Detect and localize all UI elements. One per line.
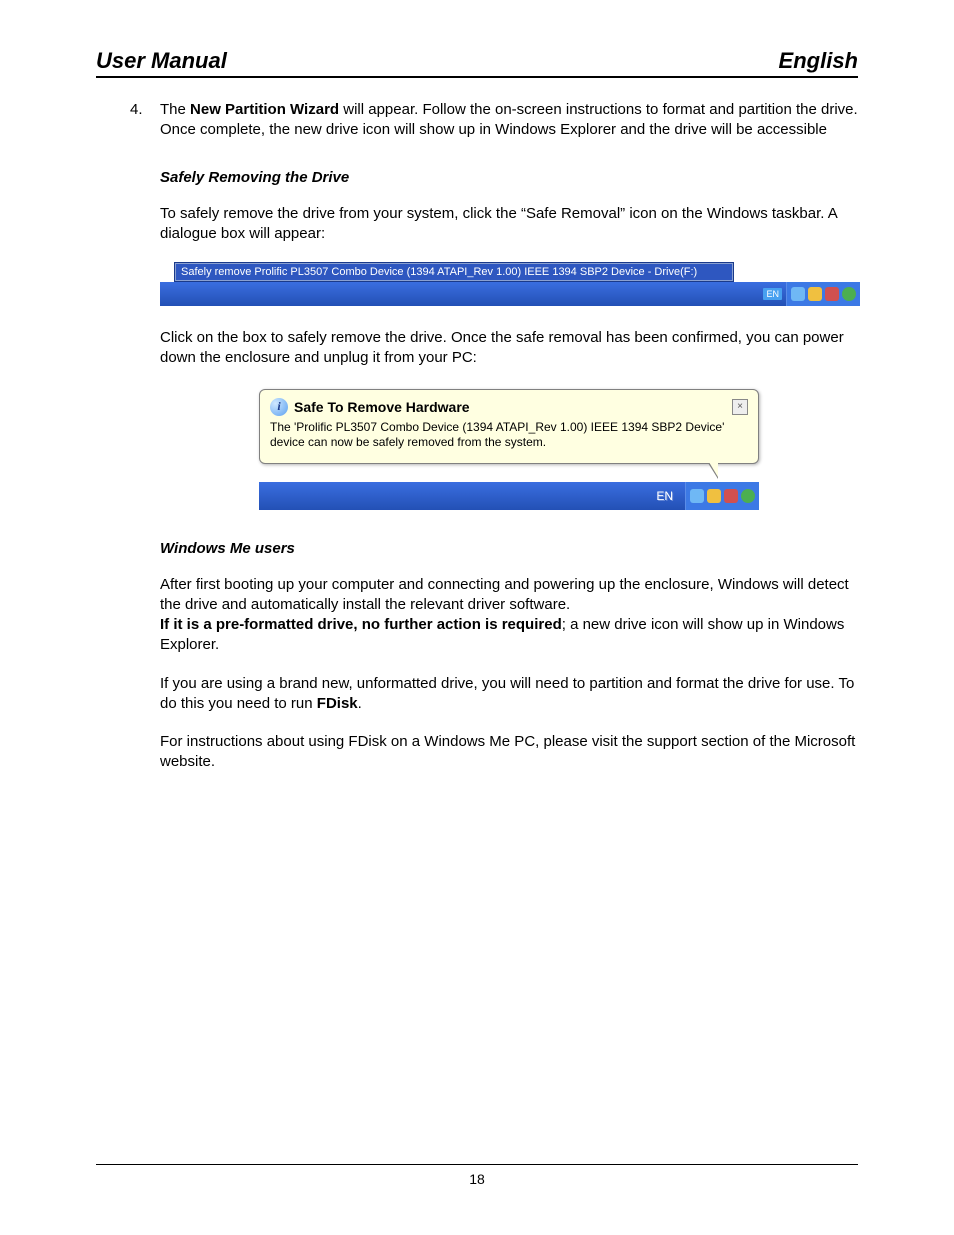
tray-icon bbox=[707, 489, 721, 503]
header-language: English bbox=[779, 48, 858, 74]
subheading-windows-me: Windows Me users bbox=[160, 540, 858, 557]
step-number: 4. bbox=[130, 100, 160, 141]
balloon-tail bbox=[708, 463, 718, 479]
para-me-1-line: After first booting up your computer and… bbox=[160, 576, 849, 613]
balloon-tip: Safe To Remove Hardware × The 'Prolific … bbox=[259, 389, 759, 464]
step-text-bold: New Partition Wizard bbox=[190, 101, 339, 118]
tray-icon bbox=[690, 489, 704, 503]
tray-icon bbox=[724, 489, 738, 503]
language-indicator: EN bbox=[763, 288, 782, 300]
system-tray bbox=[786, 282, 860, 306]
para-me-fdisk-pre: If you are using a brand new, unformatte… bbox=[160, 675, 854, 712]
step-body: The New Partition Wizard will appear. Fo… bbox=[160, 100, 858, 141]
balloon-body: The 'Prolific PL3507 Combo Device (1394 … bbox=[270, 420, 748, 451]
tray-icon bbox=[808, 287, 822, 301]
subheading-safely-removing: Safely Removing the Drive bbox=[160, 169, 858, 186]
para-me-1: After first booting up your computer and… bbox=[160, 575, 858, 656]
page-footer: 18 bbox=[96, 1164, 858, 1187]
page-header: User Manual English bbox=[96, 48, 858, 78]
safe-removal-tooltip: Safely remove Prolific PL3507 Combo Devi… bbox=[174, 262, 734, 282]
para-safely-remove-intro: To safely remove the drive from your sys… bbox=[160, 204, 858, 245]
para-click-box: Click on the box to safely remove the dr… bbox=[160, 328, 858, 369]
header-title: User Manual bbox=[96, 48, 227, 74]
para-me-fdisk-bold: FDisk bbox=[317, 695, 358, 712]
para-me-support: For instructions about using FDisk on a … bbox=[160, 732, 858, 773]
para-me-fdisk: If you are using a brand new, unformatte… bbox=[160, 674, 858, 715]
safe-removal-icon bbox=[741, 489, 755, 503]
para-me-fdisk-post: . bbox=[358, 695, 362, 712]
step-text-pre: The bbox=[160, 101, 190, 118]
step-4: 4. The New Partition Wizard will appear.… bbox=[130, 100, 858, 141]
safe-removal-icon bbox=[842, 287, 856, 301]
tray-icon bbox=[825, 287, 839, 301]
close-icon: × bbox=[732, 399, 748, 415]
taskbar: EN bbox=[160, 282, 860, 306]
balloon-title: Safe To Remove Hardware bbox=[294, 399, 470, 415]
para-me-preformatted-bold: If it is a pre-formatted drive, no furth… bbox=[160, 616, 562, 633]
page-number: 18 bbox=[469, 1171, 485, 1187]
screenshot-balloon: Safe To Remove Hardware × The 'Prolific … bbox=[160, 389, 858, 510]
screenshot-taskbar-tooltip: Safely remove Prolific PL3507 Combo Devi… bbox=[160, 262, 860, 306]
system-tray bbox=[685, 482, 759, 510]
taskbar: EN bbox=[259, 482, 759, 510]
language-indicator: EN bbox=[652, 488, 677, 504]
tray-icon bbox=[791, 287, 805, 301]
info-icon bbox=[270, 398, 288, 416]
